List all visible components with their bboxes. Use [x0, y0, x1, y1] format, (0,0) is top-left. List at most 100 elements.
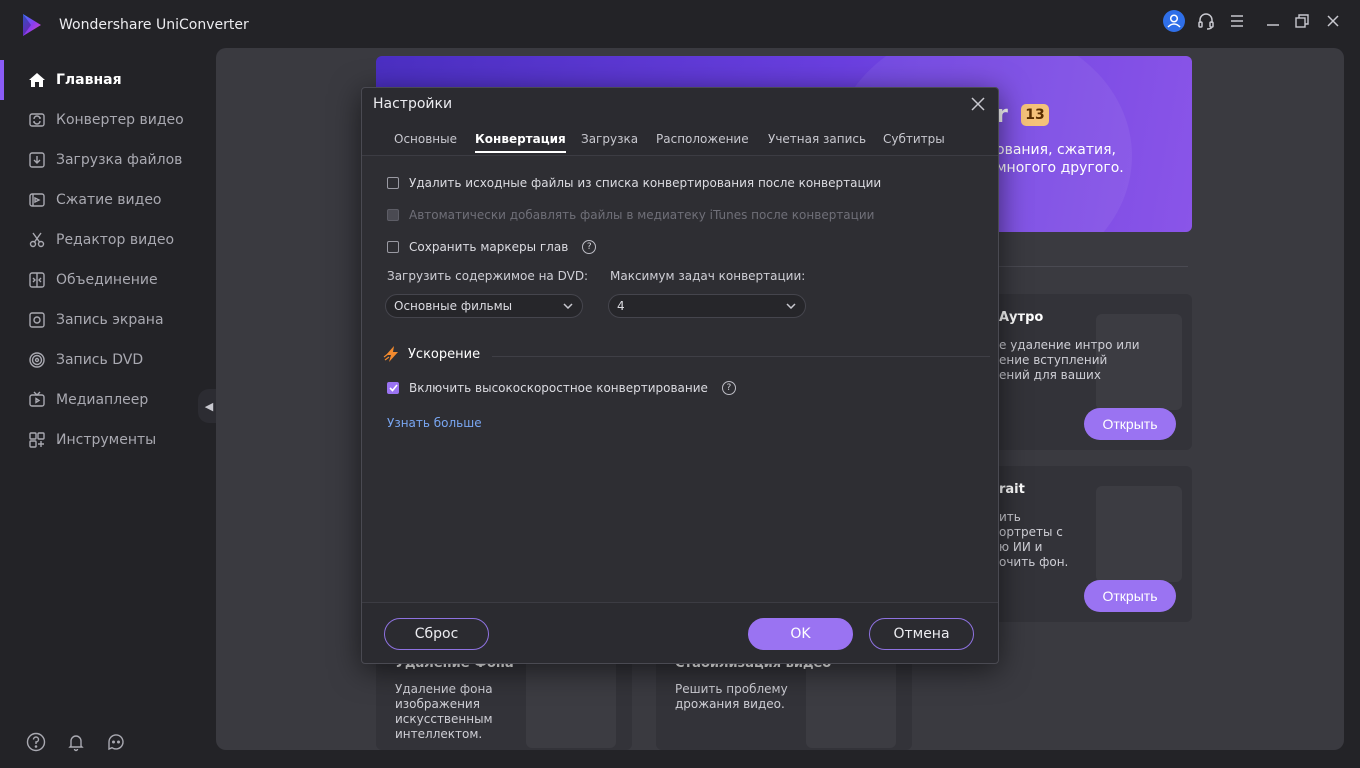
lightning-icon: [383, 346, 398, 362]
card-title: rait: [999, 482, 1025, 497]
sidebar-item-label: Сжатие видео: [56, 192, 162, 208]
max-tasks-select[interactable]: 4: [608, 294, 806, 318]
question-mark-icon[interactable]: ?: [721, 381, 736, 395]
option-label: Удалить исходные файлы из списка конверт…: [409, 176, 882, 190]
chevron-left-icon: ◀: [204, 399, 214, 413]
sidebar-item-dvd-burner[interactable]: Запись DVD: [0, 340, 204, 380]
option-label: Автоматически добавлять файлы в медиатек…: [409, 208, 875, 222]
sidebar-item-downloader[interactable]: Загрузка файлов: [0, 140, 204, 180]
settings-tabs: Основные Конвертация Загрузка Расположен…: [362, 126, 998, 156]
tab-location[interactable]: Расположение: [656, 132, 749, 151]
itunes-checkbox: [387, 209, 399, 221]
learn-more-link[interactable]: Узнать больше: [387, 416, 482, 430]
sidebar-item-label: Редактор видео: [56, 232, 175, 248]
support-headset-icon[interactable]: [1193, 9, 1219, 33]
sidebar-item-label: Медиаплеер: [56, 392, 149, 408]
close-window-icon[interactable]: [1320, 9, 1346, 33]
sidebar-item-merger[interactable]: Объединение: [0, 260, 204, 300]
close-icon[interactable]: [968, 94, 988, 114]
title-bar: Wondershare UniConverter: [0, 0, 1360, 46]
screen-record-icon: [28, 311, 46, 329]
card-description: ений для ваших: [999, 368, 1101, 382]
dialog-body: Удалить исходные файлы из списка конверт…: [362, 156, 998, 602]
chapter-markers-option[interactable]: Сохранить маркеры глав ?: [387, 240, 597, 254]
notification-bell-icon[interactable]: [65, 731, 87, 753]
high-speed-option[interactable]: Включить высокоскоростное конвертировани…: [387, 381, 736, 395]
account-icon[interactable]: [1161, 9, 1187, 33]
max-tasks-label: Максимум задач конвертации:: [610, 269, 806, 283]
card-description: е удаление интро или: [999, 338, 1140, 352]
tools-icon: [28, 431, 46, 449]
sidebar-item-compressor[interactable]: Сжатие видео: [0, 180, 204, 220]
compress-icon: [28, 191, 46, 209]
cancel-button[interactable]: Отмена: [869, 618, 974, 650]
settings-dialog: Настройки Основные Конвертация Загрузка …: [361, 87, 999, 664]
minimize-icon[interactable]: [1260, 9, 1286, 33]
option-label: Включить высокоскоростное конвертировани…: [409, 381, 708, 395]
card-illustration: [1096, 486, 1182, 582]
tab-subtitles[interactable]: Субтитры: [883, 132, 945, 151]
version-badge: 13: [1021, 104, 1049, 126]
sidebar-item-video-converter[interactable]: Конвертер видео: [0, 100, 204, 140]
help-icon[interactable]: [25, 731, 47, 753]
card-description: ить: [999, 510, 1021, 524]
merge-icon: [28, 271, 46, 289]
banner-subtitle-line: многого другого.: [996, 160, 1124, 176]
card-description: ортреты с: [999, 525, 1063, 539]
card-description: искусственным: [395, 712, 493, 726]
checkmark-icon: [388, 384, 398, 392]
sidebar: Главная Конвертер видео Загрузка файлов …: [0, 60, 204, 460]
download-icon: [28, 151, 46, 169]
sidebar-item-label: Инструменты: [56, 432, 157, 448]
open-button[interactable]: Открыть: [1084, 580, 1176, 612]
uniconverter-logo-icon: [23, 14, 41, 36]
sidebar-item-label: Запись DVD: [56, 352, 144, 368]
sidebar-item-label: Загрузка файлов: [56, 152, 183, 168]
sidebar-item-label: Запись экрана: [56, 312, 164, 328]
sidebar-item-home[interactable]: Главная: [0, 60, 204, 100]
high-speed-checkbox[interactable]: [387, 382, 399, 394]
dvd-icon: [28, 351, 46, 369]
delete-source-checkbox[interactable]: [387, 177, 399, 189]
acceleration-section-title: Ускорение: [383, 345, 480, 363]
scissors-icon: [28, 231, 46, 249]
chapter-markers-checkbox[interactable]: [387, 241, 399, 253]
question-mark-icon[interactable]: ?: [582, 240, 597, 254]
card-description: дрожания видео.: [675, 697, 785, 711]
tab-general[interactable]: Основные: [394, 132, 457, 151]
menu-icon[interactable]: [1224, 9, 1250, 33]
tab-download[interactable]: Загрузка: [581, 132, 638, 151]
banner-subtitle-line: ования, сжатия,: [996, 142, 1116, 158]
home-icon: [28, 71, 46, 89]
card-title: Аутро: [999, 310, 1044, 325]
sidebar-item-editor[interactable]: Редактор видео: [0, 220, 204, 260]
sidebar-item-label: Объединение: [56, 272, 158, 288]
ok-button[interactable]: OK: [748, 618, 853, 650]
section-divider: [492, 356, 990, 357]
chevron-down-icon: [562, 299, 574, 313]
media-player-icon: [28, 391, 46, 409]
card-description: Удаление фона: [395, 682, 493, 696]
itunes-option: Автоматически добавлять файлы в медиатек…: [387, 208, 874, 222]
sidebar-item-player[interactable]: Медиаплеер: [0, 380, 204, 420]
dialog-footer: Сброс OK Отмена: [362, 602, 998, 664]
sidebar-item-label: Конвертер видео: [56, 112, 184, 128]
card-description: ю ИИ и: [999, 540, 1043, 554]
dialog-title: Настройки: [373, 96, 453, 112]
card-illustration: [1096, 314, 1182, 410]
app-title: Wondershare UniConverter: [59, 17, 249, 33]
section-label: Ускорение: [408, 346, 481, 362]
reset-button[interactable]: Сброс: [384, 618, 489, 650]
restore-icon[interactable]: [1289, 9, 1315, 33]
delete-source-option[interactable]: Удалить исходные файлы из списка конверт…: [387, 176, 881, 190]
card-description: изображения: [395, 697, 480, 711]
open-button[interactable]: Открыть: [1084, 408, 1176, 440]
sidebar-item-screen-recorder[interactable]: Запись экрана: [0, 300, 204, 340]
card-description: Решить проблему: [675, 682, 788, 696]
sidebar-item-toolbox[interactable]: Инструменты: [0, 420, 204, 460]
option-label: Сохранить маркеры глав: [409, 240, 569, 254]
tab-account[interactable]: Учетная запись: [768, 132, 866, 151]
tab-conversion[interactable]: Конвертация: [475, 132, 566, 153]
dvd-content-select[interactable]: Основные фильмы: [385, 294, 583, 318]
feedback-icon[interactable]: [105, 731, 127, 753]
